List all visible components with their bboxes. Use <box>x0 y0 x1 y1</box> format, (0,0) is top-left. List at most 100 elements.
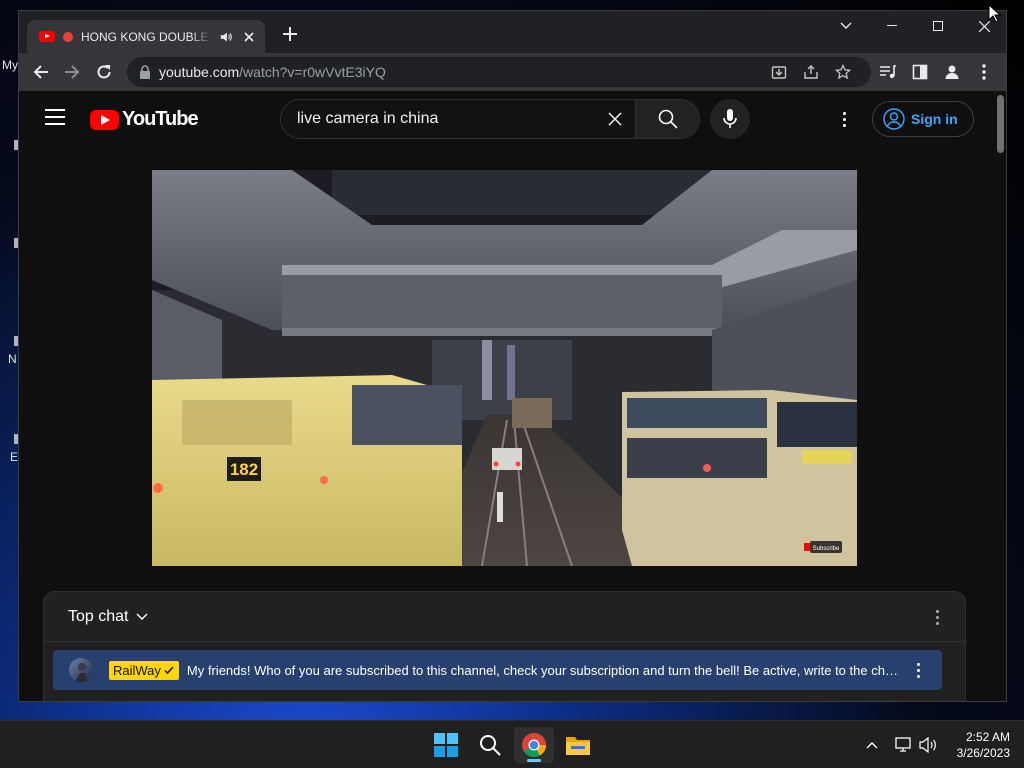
pinned-message-menu-button[interactable] <box>910 660 926 680</box>
star-icon <box>835 64 851 80</box>
youtube-header: YouTube Sign in <box>19 91 994 147</box>
chat-menu-button[interactable] <box>927 606 947 628</box>
menu-icon-bar <box>45 109 65 111</box>
share-button[interactable] <box>799 60 823 84</box>
browser-toolbar: youtube.com/watch?v=r0wVvtE3iYQ <box>19 53 1006 91</box>
live-chat-panel: Top chat RailWay My friends! Who of you … <box>43 591 966 701</box>
chevron-down-icon[interactable] <box>136 613 148 621</box>
bus-route-number: 182 <box>230 460 258 479</box>
video-player[interactable]: 182 Subscribe <box>152 170 857 566</box>
desktop-label-fragment[interactable]: My <box>2 58 18 72</box>
plus-icon <box>283 27 297 41</box>
far-bus <box>512 398 552 428</box>
guide-menu-button[interactable] <box>45 109 65 127</box>
sign-in-label: Sign in <box>911 111 958 127</box>
new-tab-button[interactable] <box>279 24 301 46</box>
desktop-label-fragment[interactable]: E <box>10 450 18 464</box>
address-path: /watch?v=r0wVvtE3iYQ <box>239 64 386 80</box>
mouse-cursor-icon <box>988 4 1002 23</box>
search-box <box>280 99 700 139</box>
media-icon <box>880 65 896 79</box>
network-button[interactable] <box>894 735 914 755</box>
media-controls-button[interactable] <box>876 60 900 84</box>
bookmark-button[interactable] <box>831 60 855 84</box>
road-marking <box>497 492 503 522</box>
scrollbar-thumb[interactable] <box>997 95 1004 153</box>
browser-tab[interactable]: HONG KONG DOUBLE DECKER <box>27 20 265 53</box>
minimize-button[interactable] <box>869 11 915 41</box>
user-circle-icon <box>883 108 905 130</box>
recording-dot-icon <box>63 31 73 42</box>
menu-icon-bar <box>45 123 65 125</box>
settings-menu-button[interactable] <box>834 107 854 131</box>
forward-button[interactable] <box>60 60 84 84</box>
bus-left: 182 <box>152 375 462 566</box>
distant-building <box>332 170 712 215</box>
avatar[interactable] <box>69 658 93 682</box>
close-icon <box>244 31 254 42</box>
windows-logo-icon <box>434 733 458 757</box>
taskbar-search-button[interactable] <box>470 727 510 763</box>
start-button[interactable] <box>426 727 466 763</box>
search-icon <box>658 109 678 129</box>
youtube-logo-text: YouTube <box>122 108 199 130</box>
voice-search-button[interactable] <box>710 99 750 139</box>
maximize-button[interactable] <box>915 11 961 41</box>
author-name: RailWay <box>113 662 161 678</box>
desktop-label-fragment[interactable]: N <box>8 352 17 366</box>
title-bar[interactable]: HONG KONG DOUBLE DECKER <box>19 11 1006 53</box>
sidepanel-icon <box>912 64 928 80</box>
chevron-up-icon <box>866 742 878 749</box>
page-scrollbar[interactable] <box>994 91 1006 701</box>
volume-icon <box>919 737 936 753</box>
chrome-icon <box>522 733 546 758</box>
taskbar-file-explorer-button[interactable] <box>558 727 598 763</box>
minimize-icon <box>887 25 897 26</box>
car-taillight <box>493 461 499 467</box>
system-clock[interactable]: 2:52 AM 3/26/2023 <box>946 729 1010 761</box>
video-frame: 182 Subscribe <box>152 170 857 566</box>
pinned-message-text: My friends! Who of you are subscribed to… <box>186 662 899 678</box>
search-input[interactable] <box>281 100 595 138</box>
maximize-icon <box>933 21 943 31</box>
walkway-bridge <box>282 275 722 335</box>
tab-search-button[interactable] <box>823 11 869 41</box>
tab-title: HONG KONG DOUBLE DECKER <box>81 29 211 44</box>
youtube-logo[interactable]: YouTube <box>90 108 199 131</box>
side-panel-button[interactable] <box>908 60 932 84</box>
back-icon <box>33 65 48 79</box>
reload-button[interactable] <box>92 60 116 84</box>
active-indicator <box>527 759 541 762</box>
lock-icon <box>140 65 150 79</box>
subscribe-watermark-icon <box>804 543 810 551</box>
network-icon <box>895 737 911 752</box>
windows-taskbar: 2:52 AM 3/26/2023 <box>0 720 1024 768</box>
back-button[interactable] <box>29 60 53 84</box>
tab-close-button[interactable] <box>241 29 257 45</box>
sign-in-button[interactable]: Sign in <box>872 101 974 137</box>
install-app-button[interactable] <box>767 60 791 84</box>
search-button[interactable] <box>635 100 699 138</box>
microphone-icon <box>723 109 737 128</box>
chat-title[interactable]: Top chat <box>68 608 128 626</box>
white-car <box>492 448 522 470</box>
address-bar[interactable]: youtube.com/watch?v=r0wVvtE3iYQ <box>127 57 871 87</box>
checkmark-icon <box>164 666 174 675</box>
volume-button[interactable] <box>918 735 938 755</box>
speaker-icon[interactable] <box>219 30 233 44</box>
author-badge[interactable]: RailWay <box>109 660 179 680</box>
profile-icon <box>945 65 959 79</box>
profile-button[interactable] <box>940 60 964 84</box>
search-clear-button[interactable] <box>595 100 635 138</box>
address-text[interactable]: youtube.com/watch?v=r0wVvtE3iYQ <box>159 64 386 80</box>
show-hidden-icons-button[interactable] <box>862 735 882 755</box>
chrome-menu-button[interactable] <box>972 60 996 84</box>
walkway-edge <box>282 328 722 336</box>
clock-time: 2:52 AM <box>965 730 1010 744</box>
youtube-logo-icon <box>90 109 119 130</box>
chat-header: Top chat <box>44 592 965 642</box>
taskbar-chrome-button[interactable] <box>514 727 554 763</box>
subscribe-watermark-text: Subscribe <box>813 546 840 552</box>
pinned-chat-message[interactable]: RailWay My friends! Who of you are subsc… <box>53 650 942 690</box>
forward-icon <box>65 65 80 79</box>
